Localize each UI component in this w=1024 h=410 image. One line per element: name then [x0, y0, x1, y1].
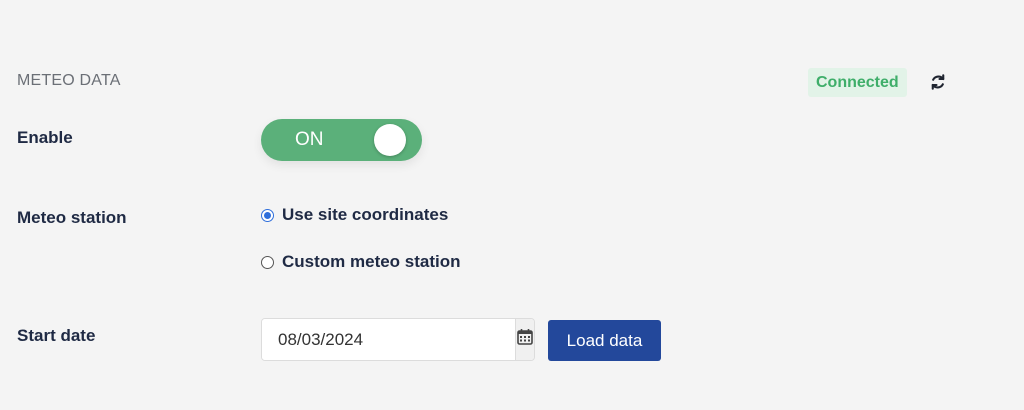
toggle-knob	[374, 124, 406, 156]
start-date-label: Start date	[17, 326, 96, 345]
status-badge: Connected	[808, 68, 907, 97]
date-picker	[261, 318, 535, 361]
radio-label: Custom meteo station	[282, 252, 461, 271]
calendar-button[interactable]	[515, 319, 534, 360]
radio-option-custom-station[interactable]: Custom meteo station	[261, 252, 461, 272]
section-title: METEO DATA	[17, 72, 121, 89]
radio-option-site-coordinates[interactable]: Use site coordinates	[261, 205, 448, 225]
meteo-station-label: Meteo station	[17, 208, 127, 227]
radio-button-unchecked[interactable]	[261, 255, 274, 269]
enable-toggle[interactable]: ON	[261, 119, 422, 161]
enable-label: Enable	[17, 128, 73, 147]
radio-button-checked[interactable]	[261, 208, 274, 222]
toggle-text: ON	[295, 129, 324, 150]
radio-label: Use site coordinates	[282, 205, 449, 224]
refresh-icon[interactable]	[929, 73, 947, 91]
load-data-button[interactable]: Load data	[548, 320, 661, 361]
calendar-icon	[516, 328, 534, 351]
start-date-input[interactable]	[262, 319, 515, 360]
